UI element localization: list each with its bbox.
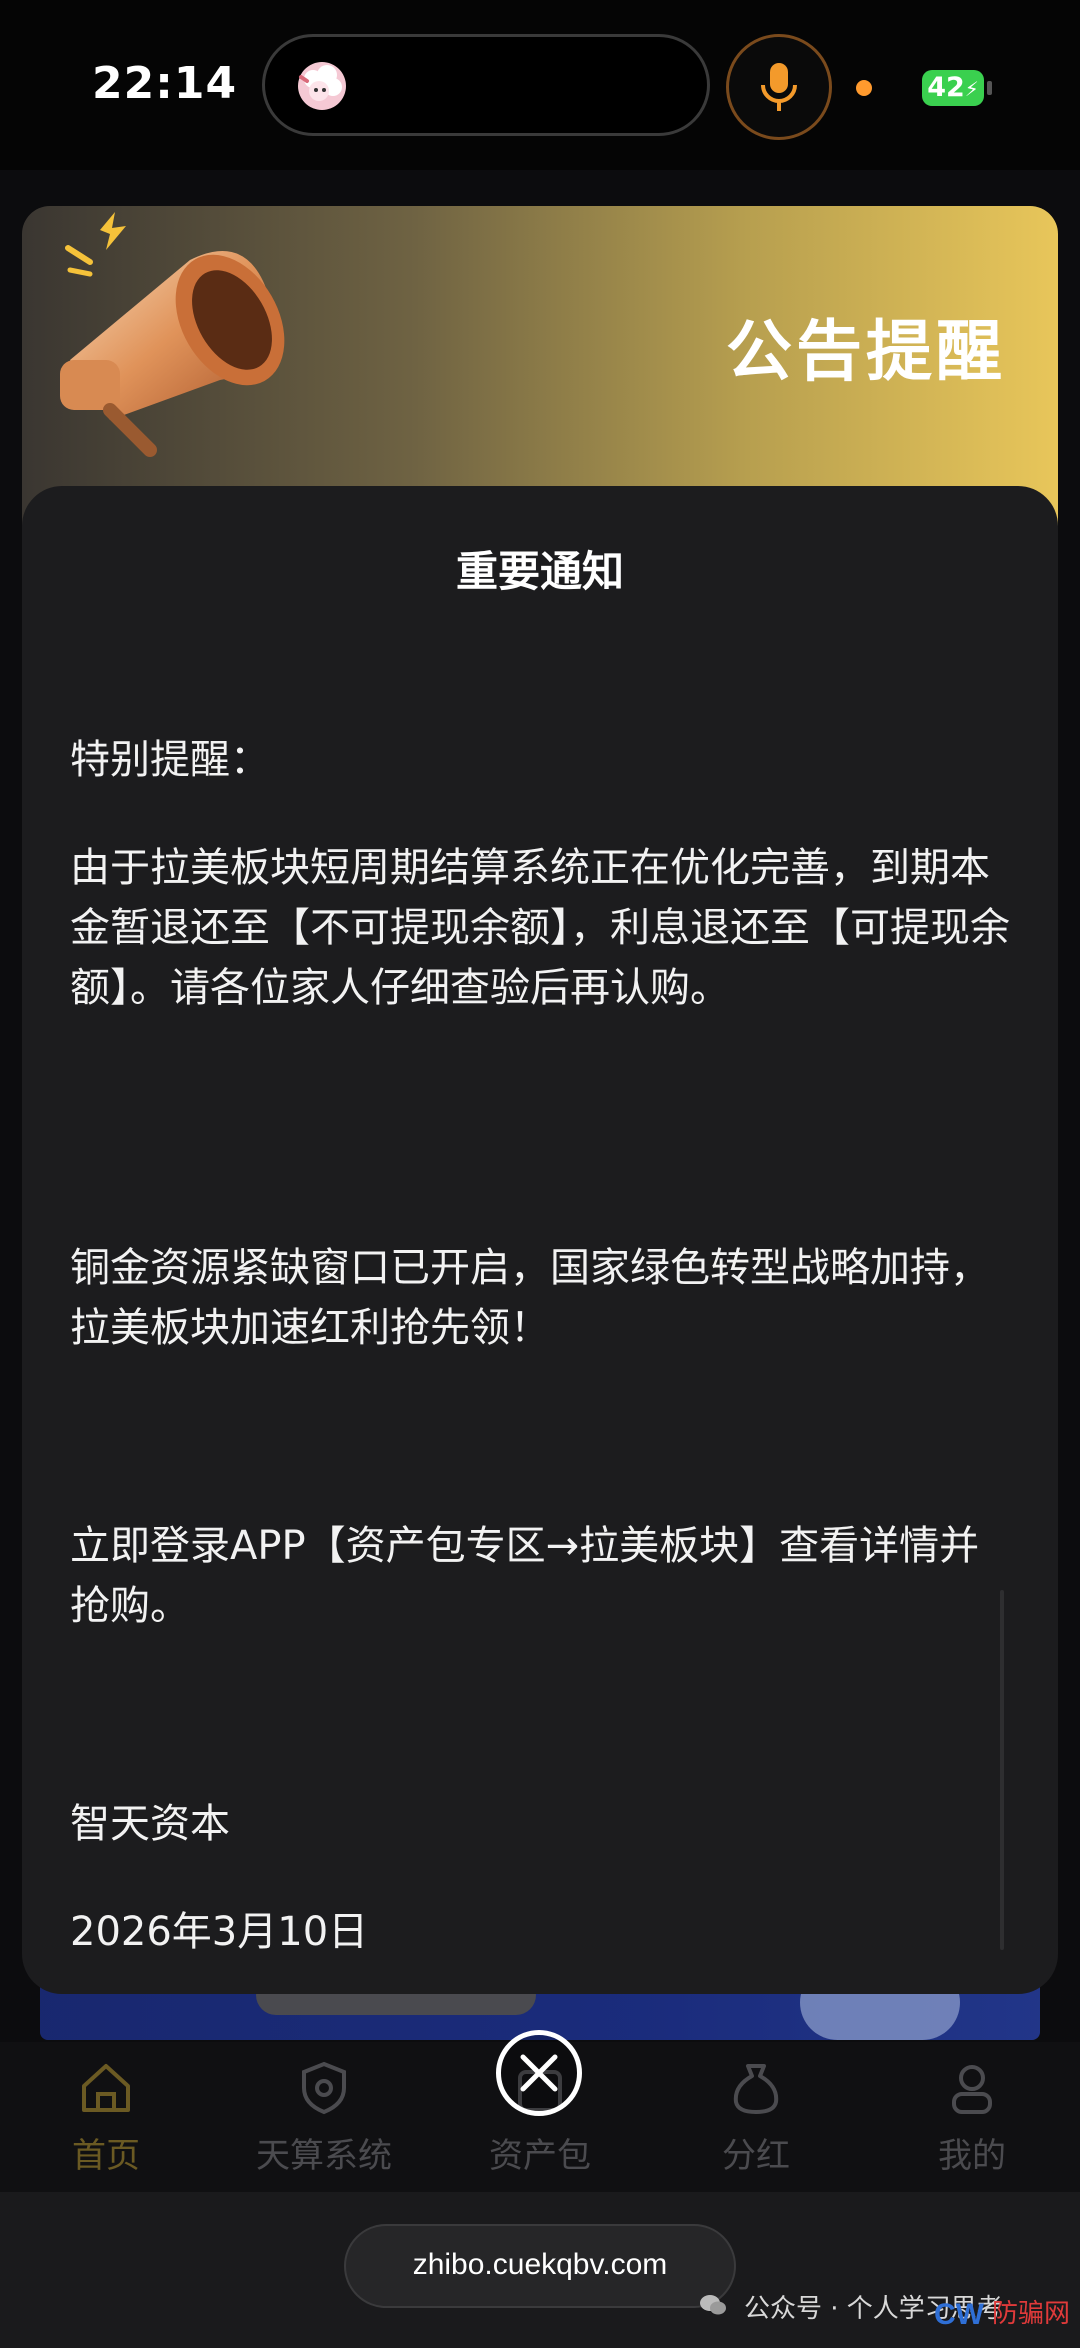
microphone-icon bbox=[761, 63, 797, 111]
nav-item-home[interactable]: 首页 bbox=[26, 2058, 186, 2177]
nav-item-tiansuan[interactable]: 天算系统 bbox=[244, 2058, 404, 2177]
url-text[interactable]: zhibo.cuekqbv.com bbox=[344, 2248, 736, 2282]
nav-label: 天算系统 bbox=[256, 2136, 392, 2176]
status-time: 22:14 bbox=[92, 58, 238, 109]
battery-level: 42 bbox=[927, 72, 965, 103]
user-icon bbox=[952, 2065, 992, 2114]
nav-item-dividend[interactable]: 分红 bbox=[676, 2058, 836, 2177]
dynamic-island[interactable] bbox=[262, 34, 710, 136]
close-icon bbox=[520, 2054, 558, 2092]
notice-paragraph: 由于拉美板块短周期结算系统正在优化完善，到期本金暂退还至【不可提现余额】，利息退… bbox=[70, 845, 1010, 1011]
privacy-dot bbox=[856, 80, 872, 96]
notice-date: 2026年3月10日 bbox=[70, 1909, 369, 1955]
nav-label: 资产包 bbox=[489, 2136, 591, 2176]
shield-gear-icon bbox=[302, 2061, 346, 2115]
wechat-icon bbox=[700, 2295, 726, 2315]
notice-paragraph: 立即登录APP【资产包专区→拉美板块】查看详情并抢购。 bbox=[70, 1523, 980, 1629]
charging-bolt-icon: ⚡ bbox=[964, 77, 979, 101]
microphone-indicator bbox=[726, 34, 832, 140]
sheep-avatar-icon bbox=[298, 62, 346, 110]
battery-indicator: 42⚡ bbox=[922, 70, 984, 106]
battery-cap bbox=[987, 81, 992, 95]
site-logo-stamp: CW 防骗网 bbox=[934, 2298, 1070, 2331]
money-bag-icon bbox=[733, 2064, 779, 2114]
scrollbar[interactable] bbox=[1000, 1590, 1004, 1950]
nav-label: 分红 bbox=[722, 2136, 790, 2176]
megaphone-icon bbox=[60, 212, 285, 457]
notice-heading: 重要通知 bbox=[455, 547, 624, 596]
nav-item-mine[interactable]: 我的 bbox=[892, 2058, 1052, 2177]
nav-label: 首页 bbox=[72, 2136, 140, 2176]
nav-label: 我的 bbox=[938, 2136, 1006, 2176]
svg-text:防骗网: 防骗网 bbox=[992, 2299, 1070, 2329]
svg-text:CW: CW bbox=[934, 2298, 985, 2331]
close-button[interactable] bbox=[496, 2030, 582, 2116]
notice-paragraph: 特别提醒： bbox=[70, 737, 270, 783]
home-icon bbox=[82, 2064, 130, 2112]
banner-title: 公告提醒 bbox=[726, 313, 1006, 390]
notice-paragraph: 铜金资源紧缺窗口已开启，国家绿色转型战略加持，拉美板块加速红利抢先领！ bbox=[70, 1245, 990, 1351]
notice-signature: 智天资本 bbox=[70, 1801, 230, 1847]
